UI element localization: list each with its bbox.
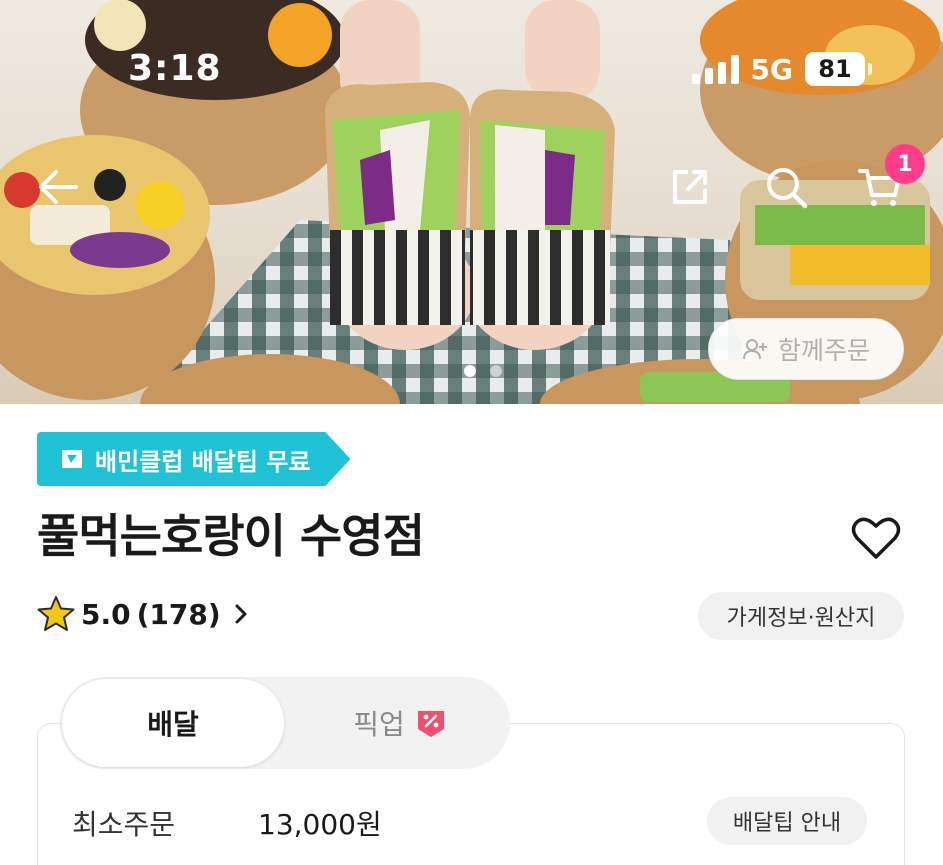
cart-count-badge: 1 [885, 144, 925, 184]
back-arrow-icon [39, 170, 78, 204]
tab-delivery[interactable]: 배달 [62, 679, 284, 767]
store-name: 풀먹는호랑이 수영점 [37, 509, 425, 563]
group-order-label: 함께주문 [777, 336, 870, 365]
carousel-dot[interactable] [464, 365, 476, 377]
star-icon [37, 596, 75, 631]
status-time: 3:18 [128, 48, 222, 89]
carousel-dot[interactable] [490, 365, 502, 377]
favorite-button[interactable] [850, 512, 902, 564]
share-icon [673, 170, 707, 204]
battery-level: 81 [818, 55, 852, 83]
store-info-button[interactable]: 가게정보·원산지 [698, 592, 904, 640]
min-order-value: 13,000원 [258, 808, 382, 841]
search-icon [767, 168, 808, 209]
baemin-club-badge: 배민클럽 배달팁 무료 [37, 432, 351, 486]
share-button[interactable] [662, 159, 718, 215]
search-button[interactable] [758, 159, 814, 215]
add-person-icon [742, 339, 767, 360]
rating-value: 5.0 [81, 597, 131, 631]
delivery-tip-info-button[interactable]: 배달팁 안내 [707, 797, 867, 845]
review-count: (178) [136, 597, 221, 631]
heart-icon [851, 517, 901, 559]
min-order-label: 최소주문 [72, 808, 176, 841]
chevron-right-icon [235, 604, 247, 624]
status-indicators: 5G 81 [691, 52, 872, 86]
network-label: 5G [750, 52, 793, 86]
group-order-button[interactable]: 함께주문 [708, 318, 904, 380]
signal-icon [691, 54, 739, 84]
baemin-club-icon [62, 450, 82, 468]
discount-tag-icon [417, 711, 444, 737]
back-button[interactable] [30, 159, 86, 215]
hero-image[interactable]: 3:18 5G 81 1 함께주문 [0, 0, 943, 404]
club-badge-label: 배민클럽 배달팁 무료 [95, 447, 311, 476]
battery-icon: 81 [805, 52, 872, 86]
rating-link[interactable]: 5.0 (178) [37, 595, 249, 633]
tab-pickup-label: 픽업 [353, 708, 405, 741]
tab-pickup[interactable]: 픽업 [300, 679, 500, 767]
carousel-indicator [464, 365, 502, 377]
